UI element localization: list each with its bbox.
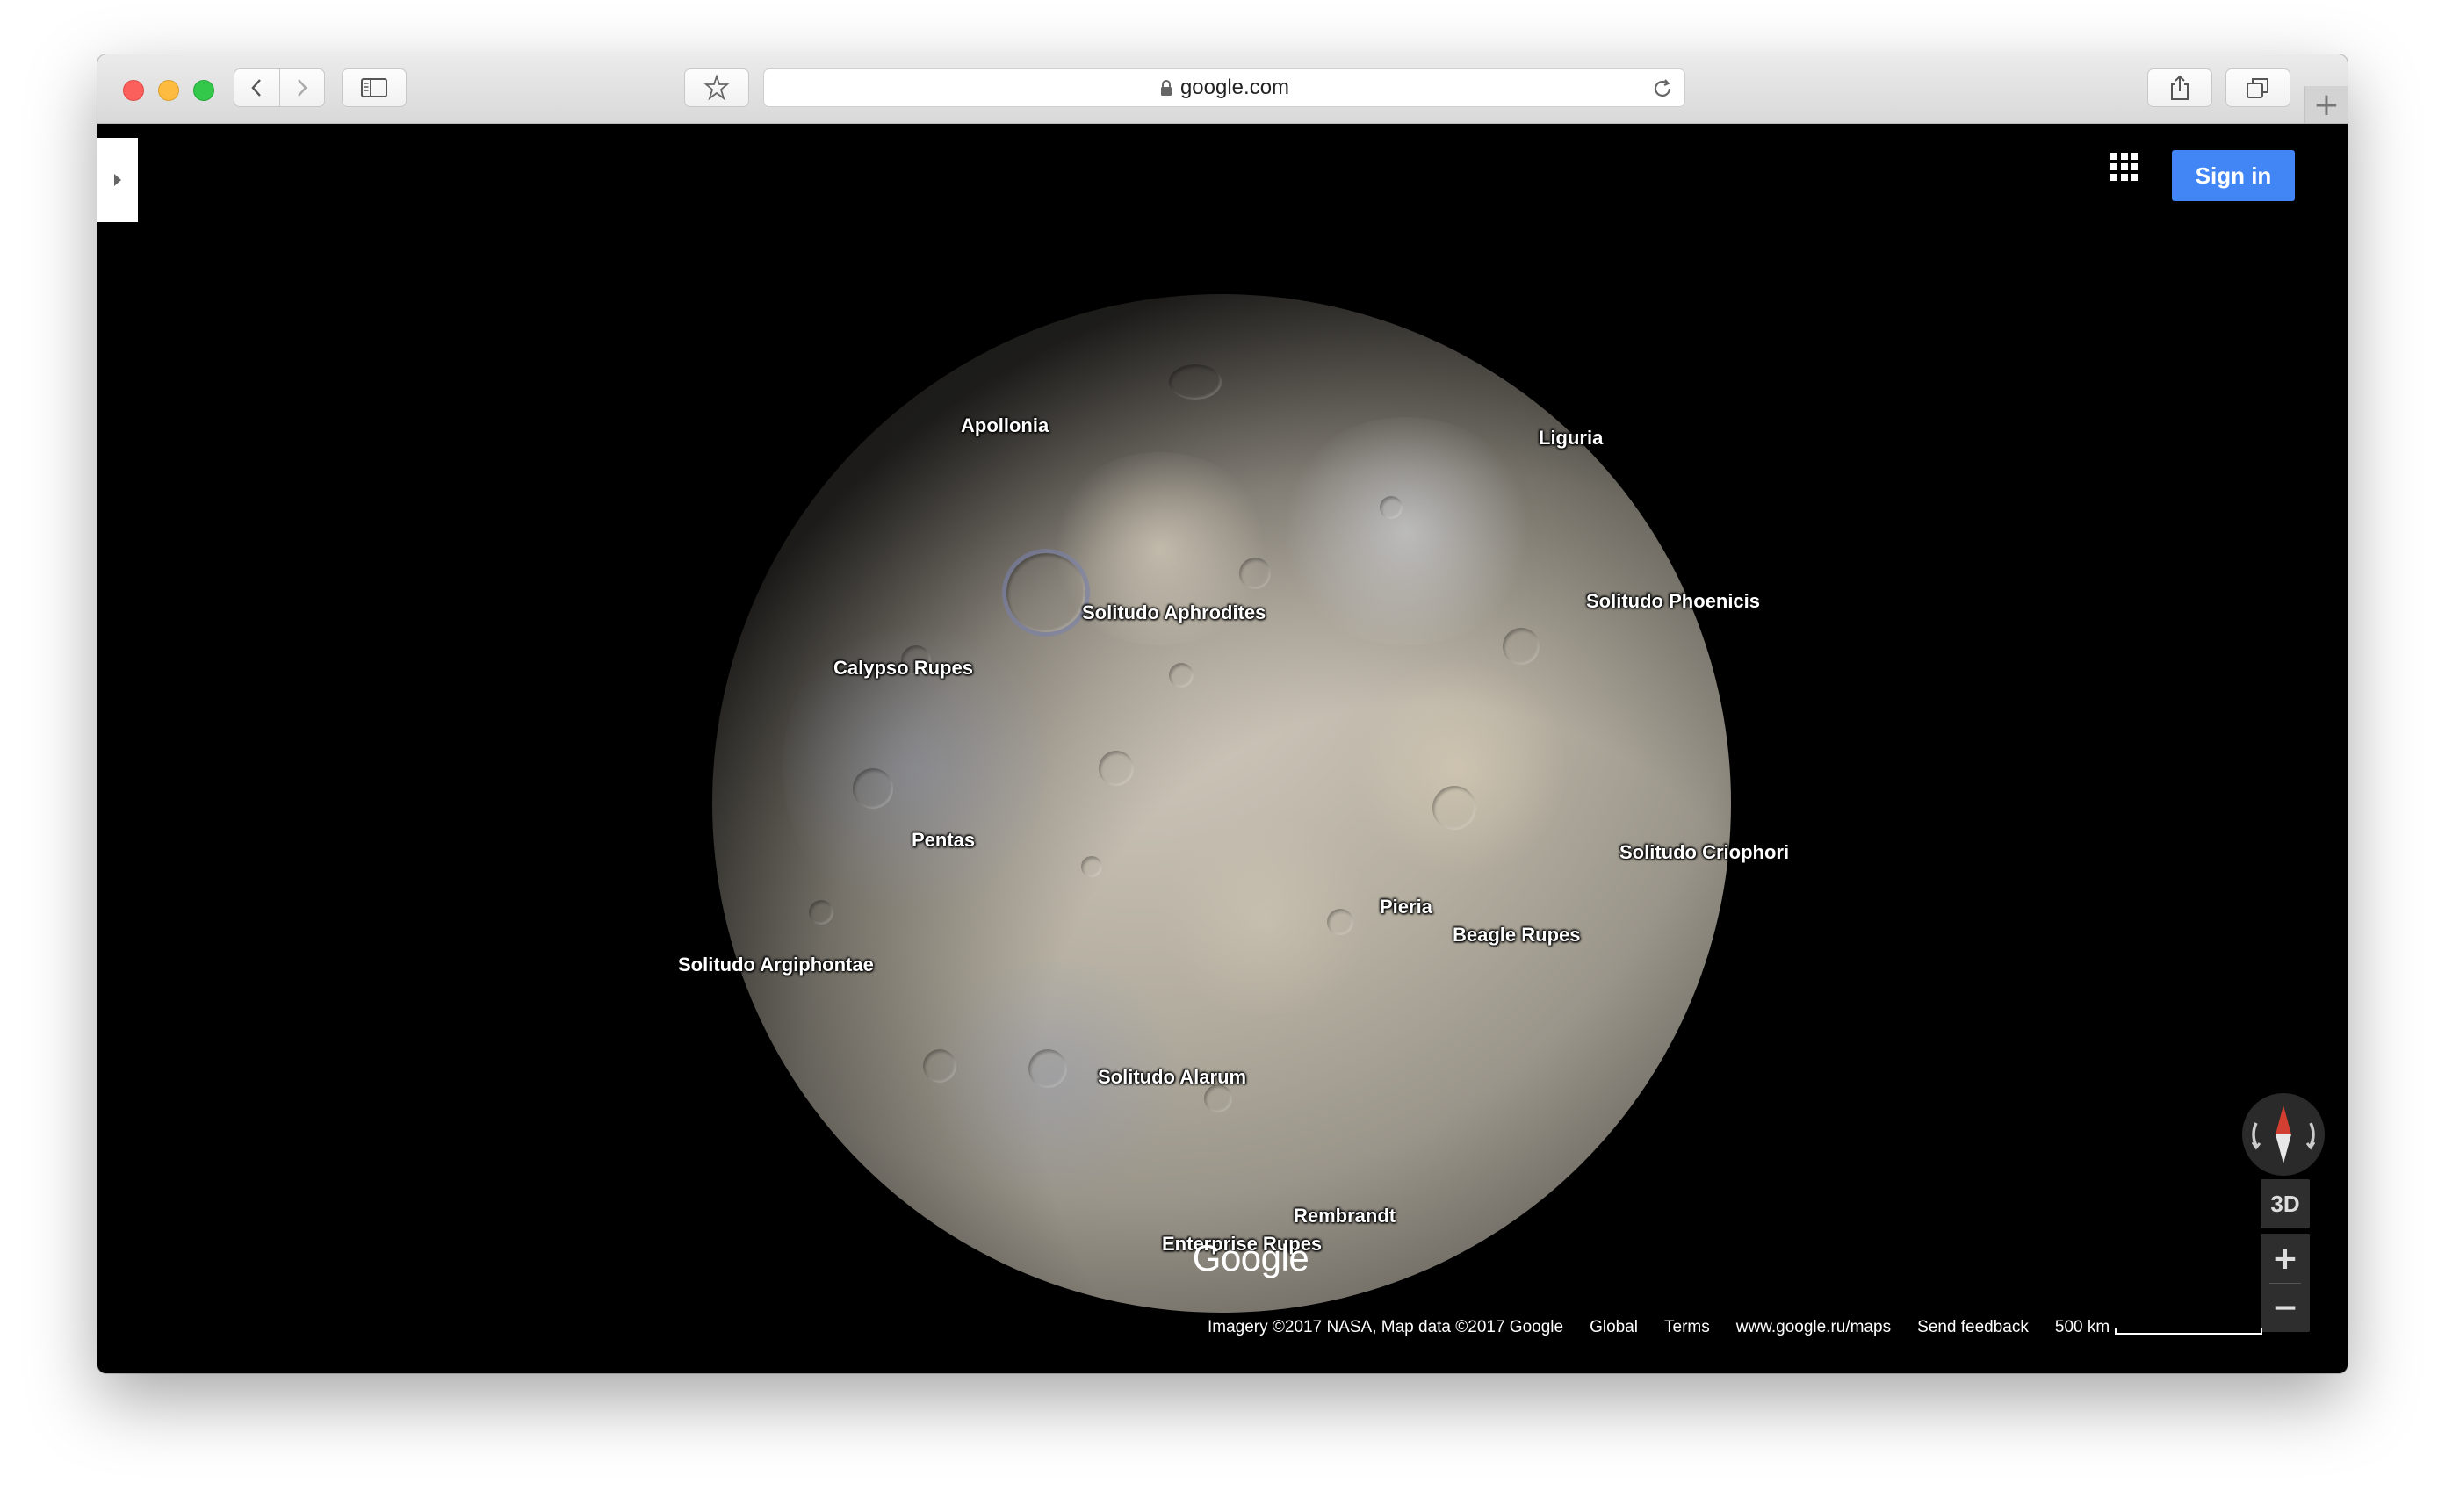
send-feedback-link[interactable]: Send feedback bbox=[1917, 1318, 2029, 1337]
toolbar: google.com + bbox=[97, 54, 2348, 124]
triangle-right-icon bbox=[114, 174, 121, 186]
tabs-overview-button[interactable] bbox=[2225, 68, 2290, 107]
place-label[interactable]: Liguria bbox=[1539, 427, 1603, 450]
side-panel-toggle[interactable] bbox=[97, 138, 138, 222]
browser-window: google.com + Sign in Apollonia Liguria S… bbox=[97, 54, 2348, 1373]
place-label[interactable]: Pentas bbox=[912, 829, 975, 852]
chevron-right-icon bbox=[297, 79, 307, 97]
place-label[interactable]: Pieria bbox=[1380, 896, 1432, 918]
compass-control[interactable] bbox=[2242, 1093, 2325, 1176]
map-canvas[interactable]: Sign in Apollonia Liguria Solitudo Aphro… bbox=[97, 124, 2348, 1373]
reload-icon[interactable] bbox=[1651, 77, 1674, 104]
close-window-button[interactable] bbox=[123, 80, 144, 101]
new-tab-button[interactable]: + bbox=[2304, 86, 2348, 123]
sign-in-button[interactable]: Sign in bbox=[2172, 150, 2295, 201]
compass-icon bbox=[2251, 1105, 2316, 1163]
global-link[interactable]: Global bbox=[1590, 1318, 1638, 1337]
sidebar-button[interactable] bbox=[342, 68, 407, 107]
zoom-control: + − bbox=[2261, 1234, 2310, 1332]
place-label[interactable]: Solitudo Aphrodites bbox=[1082, 601, 1266, 624]
url-text: google.com bbox=[1179, 76, 1290, 99]
place-label[interactable]: Beagle Rupes bbox=[1453, 924, 1581, 947]
share-button[interactable] bbox=[2147, 68, 2212, 107]
imagery-attribution: Imagery ©2017 NASA, Map data ©2017 Googl… bbox=[1208, 1318, 1564, 1336]
extension-button[interactable] bbox=[684, 68, 749, 107]
place-label[interactable]: Solitudo Phoenicis bbox=[1586, 590, 1760, 613]
zoom-out-button[interactable]: − bbox=[2261, 1283, 2310, 1332]
back-button[interactable] bbox=[234, 69, 279, 106]
google-apps-button[interactable] bbox=[2104, 147, 2145, 187]
share-icon bbox=[2171, 75, 2189, 100]
puzzle-star-icon bbox=[703, 75, 730, 101]
zoom-in-button[interactable]: + bbox=[2261, 1234, 2310, 1283]
scale-ruler bbox=[2115, 1328, 2263, 1335]
place-label[interactable]: Solitudo Argiphontae bbox=[678, 954, 874, 976]
map-footer: Imagery ©2017 NASA, Map data ©2017 Googl… bbox=[1208, 1314, 2263, 1341]
maps-url-link[interactable]: www.google.ru/maps bbox=[1736, 1318, 1891, 1337]
scale-bar[interactable]: 500 km bbox=[2054, 1318, 2263, 1337]
chevron-left-icon bbox=[251, 79, 262, 97]
place-label[interactable]: Calypso Rupes bbox=[833, 657, 973, 680]
tabs-icon bbox=[2247, 78, 2268, 98]
google-logo: Google bbox=[1192, 1237, 1309, 1278]
terms-link[interactable]: Terms bbox=[1664, 1318, 1710, 1337]
sidebar-icon bbox=[361, 78, 387, 97]
lock-icon bbox=[1159, 79, 1173, 97]
place-label[interactable]: Rembrandt bbox=[1294, 1205, 1396, 1228]
place-label[interactable]: Apollonia bbox=[961, 414, 1049, 437]
place-label[interactable]: Solitudo Alarum bbox=[1098, 1066, 1246, 1089]
forward-button[interactable] bbox=[278, 69, 325, 106]
address-bar[interactable]: google.com bbox=[763, 68, 1685, 107]
minimize-window-button[interactable] bbox=[158, 80, 179, 101]
place-label[interactable]: Solitudo Criophori bbox=[1619, 841, 1789, 864]
zoom-window-button[interactable] bbox=[193, 80, 214, 101]
toggle-3d-button[interactable]: 3D bbox=[2261, 1179, 2310, 1228]
scale-label: 500 km bbox=[2054, 1318, 2110, 1336]
navigation-buttons bbox=[234, 68, 325, 107]
apps-grid-icon bbox=[2110, 153, 2138, 181]
